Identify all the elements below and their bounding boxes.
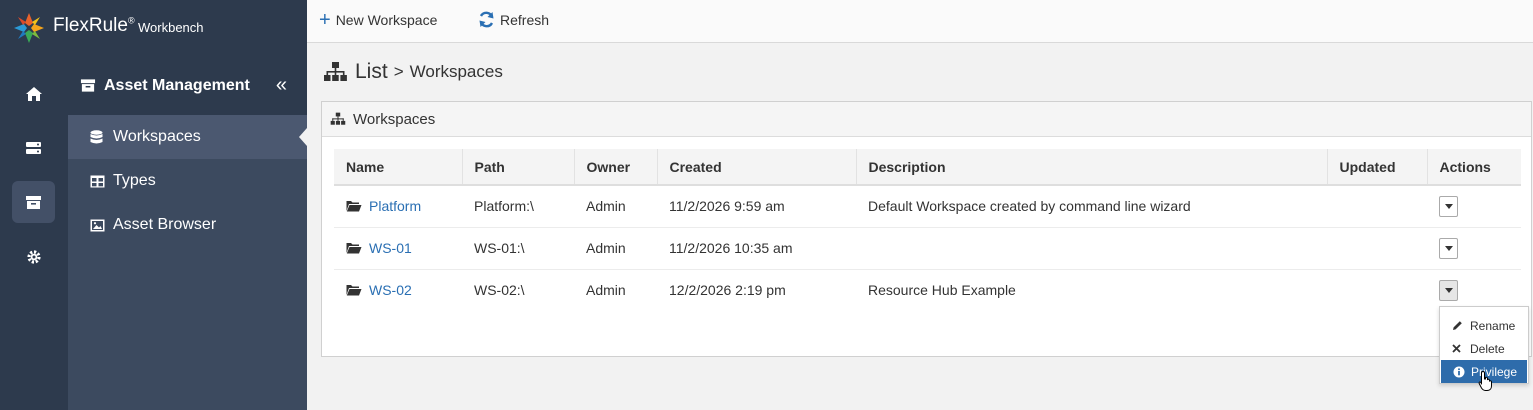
cell-owner: Admin: [574, 227, 657, 270]
panel-title: Workspaces: [353, 110, 436, 128]
caret-down-icon: [1444, 287, 1453, 293]
cell-owner: Admin: [586, 282, 626, 299]
sidebar-item-types[interactable]: Types: [68, 159, 307, 203]
pencil-icon: [1453, 321, 1462, 330]
image-icon: [90, 219, 105, 231]
sidebar-header: Asset Management «: [68, 56, 307, 115]
actions-dropdown-button[interactable]: [1439, 195, 1458, 217]
workspaces-panel: Workspaces Name Path Owner Created Descr…: [321, 101, 1532, 357]
archive-icon: [26, 195, 41, 209]
home-button[interactable]: [12, 73, 55, 115]
sitemap-icon: [324, 62, 347, 81]
cell-created: 11/2/2026 10:35 am: [657, 227, 856, 270]
sitemap-icon: [330, 112, 346, 125]
cell-owner: Admin: [574, 185, 657, 228]
column-header-name[interactable]: Name: [334, 149, 463, 186]
database-icon: [90, 129, 103, 143]
new-workspace-button[interactable]: + New Workspace: [319, 9, 437, 31]
caret-down-icon: [1444, 245, 1453, 251]
breadcrumb-root[interactable]: List: [355, 60, 388, 84]
cell-description: Default Workspace created by command lin…: [856, 185, 1327, 228]
refresh-button[interactable]: Refresh: [478, 11, 549, 28]
toolbar: + New Workspace Refresh: [307, 0, 1533, 43]
folder-open-icon: [346, 285, 362, 296]
workspace-link[interactable]: WS-02: [346, 282, 462, 298]
table-row: Platform Platform:\ Admin 11/2/2026 9:59…: [334, 185, 1521, 228]
sidebar-item-asset-browser[interactable]: Asset Browser: [68, 203, 307, 247]
flexrule-logo-icon: [14, 13, 44, 43]
table-row: WS-02 WS-02:\ Admin 12/2/2026 2:19 pm Re…: [334, 269, 1521, 311]
cell-updated: [1327, 227, 1427, 270]
settings-button[interactable]: [12, 236, 55, 278]
sidebar-item-label: Asset Browser: [113, 216, 217, 233]
menu-item-delete[interactable]: Delete: [1440, 337, 1528, 360]
home-icon: [25, 87, 42, 101]
column-header-owner[interactable]: Owner: [574, 149, 658, 186]
folder-open-icon: [346, 201, 362, 212]
hand-cursor-icon: [1478, 370, 1492, 391]
cell-updated: [1327, 185, 1427, 228]
server-button[interactable]: [12, 127, 55, 169]
sidebar: Asset Management « Workspaces Types Asse…: [68, 56, 307, 410]
column-header-updated[interactable]: Updated: [1327, 149, 1428, 186]
cell-path: Platform:\: [462, 185, 574, 228]
server-icon: [26, 142, 41, 154]
sidebar-item-workspaces[interactable]: Workspaces: [68, 115, 307, 159]
archive-icon: [80, 79, 96, 92]
sidebar-item-label: Types: [113, 172, 156, 189]
actions-dropdown-button[interactable]: [1439, 237, 1458, 259]
column-header-description[interactable]: Description: [856, 149, 1328, 186]
panel-header: Workspaces: [322, 102, 1531, 137]
sidebar-item-label: Workspaces: [113, 128, 201, 145]
brand-name: FlexRule®: [53, 15, 135, 36]
cell-updated: [1327, 269, 1427, 311]
column-header-created[interactable]: Created: [657, 149, 857, 186]
menu-item-rename[interactable]: Rename: [1440, 314, 1528, 337]
workspaces-table: Name Path Owner Created Description Upda…: [334, 149, 1521, 311]
table-header-row: Name Path Owner Created Description Upda…: [334, 149, 1521, 186]
folder-open-icon: [346, 243, 362, 254]
cell-description: Resource Hub Example: [868, 282, 1016, 299]
table-row: WS-01 WS-01:\ Admin 11/2/2026 10:35 am: [334, 227, 1521, 270]
breadcrumb: List > Workspaces: [323, 60, 503, 84]
brand-bar: FlexRule® Workbench: [0, 0, 307, 56]
info-circle-icon: [1453, 366, 1465, 377]
workspace-link[interactable]: WS-01: [346, 240, 462, 256]
breadcrumb-separator: >: [393, 62, 404, 81]
archive-button[interactable]: [12, 181, 55, 223]
close-icon: [1452, 344, 1461, 353]
cell-created: 12/2/2026 2:19 pm: [669, 282, 786, 299]
gear-icon: [26, 250, 41, 264]
product-name: Workbench: [138, 20, 204, 35]
collapse-sidebar-icon[interactable]: «: [276, 74, 287, 97]
cell-created: 11/2/2026 9:59 am: [657, 185, 856, 228]
breadcrumb-current: Workspaces: [409, 62, 503, 81]
cell-path: WS-02:\: [474, 282, 525, 299]
plus-icon: +: [319, 9, 331, 31]
actions-dropdown-button[interactable]: [1439, 279, 1458, 301]
caret-down-icon: [1444, 203, 1453, 209]
table-icon: [90, 175, 105, 187]
icon-bar: [0, 56, 68, 410]
workspace-link[interactable]: Platform: [346, 198, 462, 214]
cell-description: [856, 227, 1327, 270]
refresh-icon: [479, 11, 494, 28]
column-header-path[interactable]: Path: [462, 149, 575, 186]
sidebar-title: Asset Management: [104, 76, 250, 94]
cell-path: WS-01:\: [462, 227, 574, 270]
column-header-actions: Actions: [1427, 149, 1521, 186]
